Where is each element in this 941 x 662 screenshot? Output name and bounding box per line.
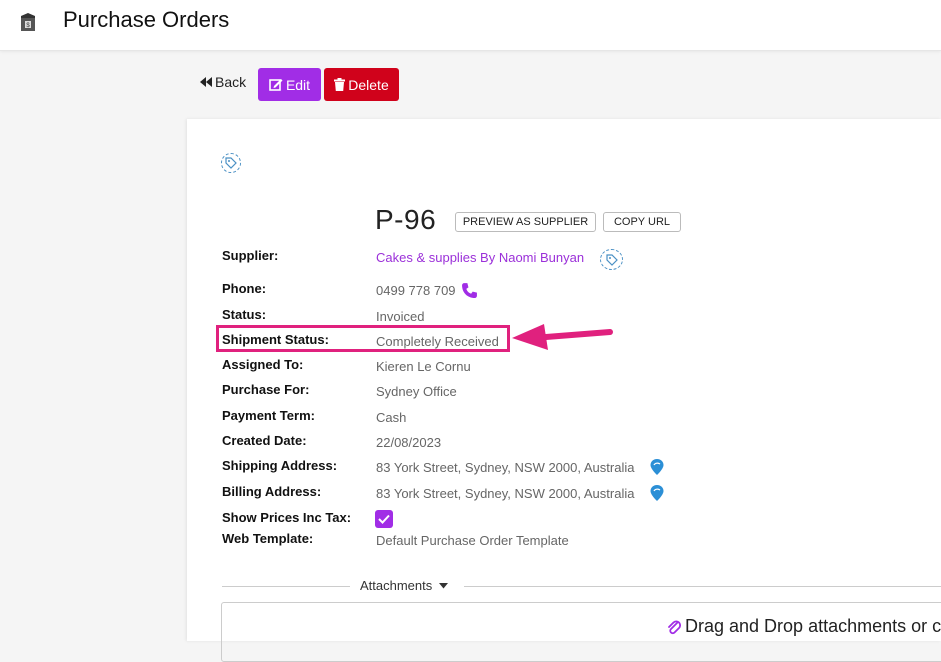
billing-address-value: 83 York Street, Sydney, NSW 2000, Austra… bbox=[376, 486, 635, 501]
checkmark-icon bbox=[378, 514, 390, 524]
created-date-value: 22/08/2023 bbox=[376, 435, 442, 450]
phone-label: Phone: bbox=[222, 281, 267, 296]
top-bar: $ Purchase Orders bbox=[0, 0, 941, 51]
copy-url-button[interactable]: COPY URL bbox=[603, 212, 681, 232]
order-number: P-96 bbox=[375, 204, 437, 235]
web-template-label: Web Template: bbox=[222, 531, 314, 546]
payment-term-value: Cash bbox=[376, 410, 407, 425]
supplier-tag-icon[interactable] bbox=[600, 249, 623, 270]
edit-label: Edit bbox=[285, 76, 311, 93]
status-value: Invoiced bbox=[376, 309, 425, 324]
supplier-link[interactable]: Cakes & supplies By Naomi Bunyan bbox=[376, 250, 584, 265]
assigned-to-value: Kieren Le Cornu bbox=[376, 359, 471, 374]
supplier-label: Supplier: bbox=[222, 248, 279, 263]
map-pin-icon[interactable] bbox=[650, 459, 664, 475]
trash-icon bbox=[334, 78, 346, 91]
double-chevron-left-icon bbox=[200, 77, 212, 87]
paperclip-icon bbox=[668, 619, 681, 634]
preview-as-supplier-button[interactable]: PREVIEW AS SUPPLIER bbox=[455, 212, 596, 232]
purchase-for-value: Sydney Office bbox=[376, 384, 457, 399]
shipping-address-value: 83 York Street, Sydney, NSW 2000, Austra… bbox=[376, 460, 635, 475]
edit-button[interactable]: Edit bbox=[258, 68, 321, 101]
payment-term-label: Payment Term: bbox=[222, 408, 315, 423]
billing-address-label: Billing Address: bbox=[222, 484, 322, 499]
delete-label: Delete bbox=[348, 76, 389, 93]
back-label: Back bbox=[215, 74, 247, 90]
map-pin-icon[interactable] bbox=[650, 485, 664, 501]
delete-button[interactable]: Delete bbox=[324, 68, 399, 101]
assigned-to-label: Assigned To: bbox=[222, 357, 304, 372]
phone-icon[interactable] bbox=[461, 282, 478, 299]
shipment-status-highlight bbox=[216, 325, 510, 352]
order-card bbox=[187, 119, 941, 641]
purchase-for-label: Purchase For: bbox=[222, 382, 310, 397]
created-date-label: Created Date: bbox=[222, 433, 307, 448]
phone-value: 0499 778 709 bbox=[376, 283, 456, 298]
edit-icon bbox=[269, 79, 283, 91]
attachments-label: Attachments bbox=[360, 578, 433, 593]
attachments-toggle[interactable]: Attachments bbox=[360, 578, 449, 593]
shipping-address-label: Shipping Address: bbox=[222, 458, 338, 473]
show-prices-inc-tax-label: Show Prices Inc Tax: bbox=[222, 510, 352, 525]
box-dollar-icon: $ bbox=[21, 13, 35, 31]
show-prices-inc-tax-checkbox[interactable] bbox=[375, 510, 393, 528]
page-title: Purchase Orders bbox=[63, 7, 230, 32]
divider bbox=[222, 586, 350, 587]
tag-icon[interactable] bbox=[221, 153, 241, 173]
annotation-arrow-icon bbox=[512, 324, 613, 350]
status-label: Status: bbox=[222, 307, 267, 322]
divider bbox=[464, 586, 941, 587]
dropzone-prompt: Drag and Drop attachments or cli bbox=[667, 616, 941, 637]
web-template-value: Default Purchase Order Template bbox=[376, 533, 569, 548]
dropzone-text: Drag and Drop attachments or cli bbox=[685, 616, 941, 636]
caret-down-icon bbox=[439, 582, 449, 588]
back-button[interactable]: Back bbox=[199, 74, 246, 90]
